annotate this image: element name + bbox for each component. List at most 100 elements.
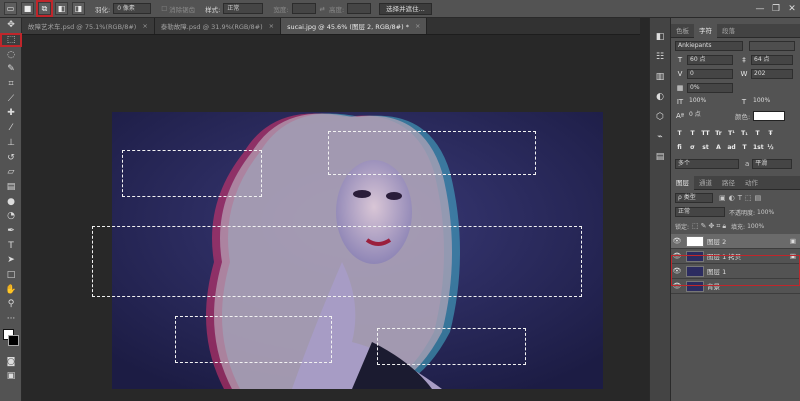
font-size-field[interactable]: 60 点 [687, 55, 733, 65]
feather-label: 羽化: [95, 5, 111, 14]
libraries-panel-icon[interactable]: ▥ [650, 68, 670, 86]
rectangle-tool-icon[interactable]: □ [0, 268, 22, 283]
horizontal-scale-field[interactable]: 100% [751, 97, 793, 107]
subtract-from-selection-icon[interactable]: ◧ [55, 2, 68, 15]
type-tool-icon[interactable]: T [0, 238, 22, 253]
add-to-selection-icon[interactable]: ⧉ [36, 0, 53, 17]
select-and-mask-button[interactable]: 选择并遮住... [379, 2, 432, 15]
quick-mask-icon[interactable]: ◙ [0, 354, 22, 369]
paths-panel-icon[interactable]: ⌁ [650, 128, 670, 146]
swap-icon[interactable]: ⇄ [320, 5, 325, 13]
crop-tool-icon[interactable]: ⌗ [0, 77, 22, 92]
antialias-mode-select[interactable]: 平滑 [752, 159, 793, 169]
more-tools-icon[interactable]: ··· [0, 312, 22, 327]
layer-row[interactable]: 👁︎ 图层 2 ▣ [671, 234, 800, 249]
tab-character[interactable]: 字符 [694, 23, 717, 38]
lasso-tool-icon[interactable]: ◌ [0, 47, 22, 62]
faux-italic-button[interactable]: T [688, 130, 697, 139]
feather-input[interactable]: 0 像素 [113, 3, 152, 14]
close-tab-icon[interactable]: × [269, 22, 274, 30]
color-swatches[interactable] [0, 326, 21, 354]
small-caps-button[interactable]: Tr [714, 130, 723, 139]
layer-filter-icons[interactable]: ▣◐T⬚▤ [719, 194, 764, 202]
tab-document-1[interactable]: 故障艺术车.psd @ 75.1%(RGB/8#) × [22, 18, 155, 34]
eraser-tool-icon[interactable]: ▱ [0, 165, 22, 180]
close-tab-icon[interactable]: × [142, 22, 147, 30]
healing-brush-tool-icon[interactable]: ✚ [0, 106, 22, 121]
notes-panel-icon[interactable]: ▤ [650, 148, 670, 166]
brush-tool-icon[interactable]: ⁄ [0, 121, 22, 136]
contextual-alternates-button[interactable]: σ [688, 144, 697, 153]
width-input[interactable] [291, 3, 316, 14]
hand-tool-icon[interactable]: ✋ [0, 282, 22, 297]
tab-layers[interactable]: 图层 [671, 175, 694, 190]
dodge-tool-icon[interactable]: ◔ [0, 209, 22, 224]
font-family-select[interactable]: Ankiepants [675, 41, 743, 51]
restore-icon[interactable]: ❐ [768, 4, 784, 14]
antialias-checkbox[interactable]: ☐ [161, 5, 167, 13]
tsume-field[interactable]: 0% [687, 83, 733, 93]
history-brush-tool-icon[interactable]: ↺ [0, 150, 22, 165]
clone-stamp-tool-icon[interactable]: ⊥ [0, 136, 22, 151]
all-caps-button[interactable]: TT [701, 130, 710, 139]
lock-icons[interactable]: ⬚✎✥⌗🔒︎ [692, 222, 728, 231]
baseline-shift-field[interactable]: 0 点 [687, 111, 731, 121]
minimize-icon[interactable]: — [752, 4, 768, 14]
style-select[interactable]: 正常 [223, 3, 264, 14]
discretionary-ligatures-button[interactable]: st [701, 144, 710, 153]
tab-document-2[interactable]: 泰勒故障.psd @ 31.9%(RGB/8#) × [154, 18, 282, 34]
kerning-field[interactable]: 0 [687, 69, 733, 79]
quick-selection-tool-icon[interactable]: ✎ [0, 62, 22, 77]
visibility-eye-icon[interactable]: 👁︎ [671, 237, 683, 245]
screen-mode-icon[interactable]: ▣ [0, 369, 22, 384]
close-icon[interactable]: ✕ [784, 4, 800, 14]
tab-document-3[interactable]: sucai.jpg @ 45.6% (图层 2, RGB/8#) * × [281, 18, 428, 34]
layer-filter-select[interactable]: ρ 类型 [675, 193, 713, 203]
path-selection-tool-icon[interactable]: ➤ [0, 253, 22, 268]
history-panel-icon[interactable]: ◧ [650, 28, 670, 46]
vertical-scale-field[interactable]: 100% [687, 97, 733, 107]
3d-panel-icon[interactable]: ⬡ [650, 108, 670, 126]
titling-alternates-button[interactable]: T [740, 144, 749, 153]
underline-button[interactable]: T [753, 130, 762, 139]
font-style-select[interactable] [749, 41, 795, 51]
opacity-field[interactable]: 100% [757, 209, 774, 216]
adjustments-panel-icon[interactable]: ◐ [650, 88, 670, 106]
move-tool-icon[interactable]: ✥ [0, 18, 22, 33]
close-tab-icon[interactable]: × [415, 22, 420, 30]
swash-button[interactable]: A [714, 144, 723, 153]
ordinals-button[interactable]: 1st [753, 144, 764, 153]
height-input[interactable] [347, 3, 372, 14]
faux-bold-button[interactable]: T [675, 130, 684, 139]
tracking-field[interactable]: 202 [751, 69, 793, 79]
marquee-tool-preset-icon[interactable]: ▭ [4, 2, 17, 15]
ligatures-button[interactable]: fi [675, 144, 684, 153]
blend-mode-select[interactable]: 正常 [675, 207, 725, 217]
strikethrough-button[interactable]: Ŧ [766, 130, 775, 139]
tab-channels[interactable]: 通道 [694, 176, 717, 190]
pen-tool-icon[interactable]: ✒ [0, 224, 22, 239]
gradient-tool-icon[interactable]: ▤ [0, 180, 22, 195]
rectangular-marquee-tool-icon[interactable]: ⬚ [0, 32, 22, 48]
properties-panel-icon[interactable]: ☷ [650, 48, 670, 66]
subscript-button[interactable]: T₁ [740, 130, 749, 139]
blur-tool-icon[interactable]: ● [0, 194, 22, 209]
text-color-swatch[interactable] [753, 111, 786, 121]
tab-actions[interactable]: 动作 [740, 176, 763, 190]
leading-field[interactable]: 64 点 [751, 55, 793, 65]
tab-swatches[interactable]: 色板 [671, 24, 694, 38]
language-select[interactable]: 多个 [675, 159, 739, 169]
new-selection-icon[interactable]: ■ [21, 2, 34, 15]
document-canvas[interactable] [22, 36, 640, 401]
eyedropper-tool-icon[interactable]: ⟋ [0, 91, 22, 106]
superscript-button[interactable]: T¹ [727, 130, 736, 139]
stylistic-alternates-button[interactable]: ad [727, 144, 736, 153]
fill-field[interactable]: 100% [747, 223, 764, 230]
tab-paragraph[interactable]: 段落 [717, 24, 740, 38]
fractions-button[interactable]: ½ [766, 144, 775, 153]
tab-paths[interactable]: 路径 [717, 176, 740, 190]
height-label: 高度: [328, 5, 345, 14]
zoom-tool-icon[interactable]: ⚲ [0, 297, 22, 312]
intersect-selection-icon[interactable]: ◨ [72, 2, 85, 15]
background-color-swatch[interactable] [8, 335, 19, 347]
